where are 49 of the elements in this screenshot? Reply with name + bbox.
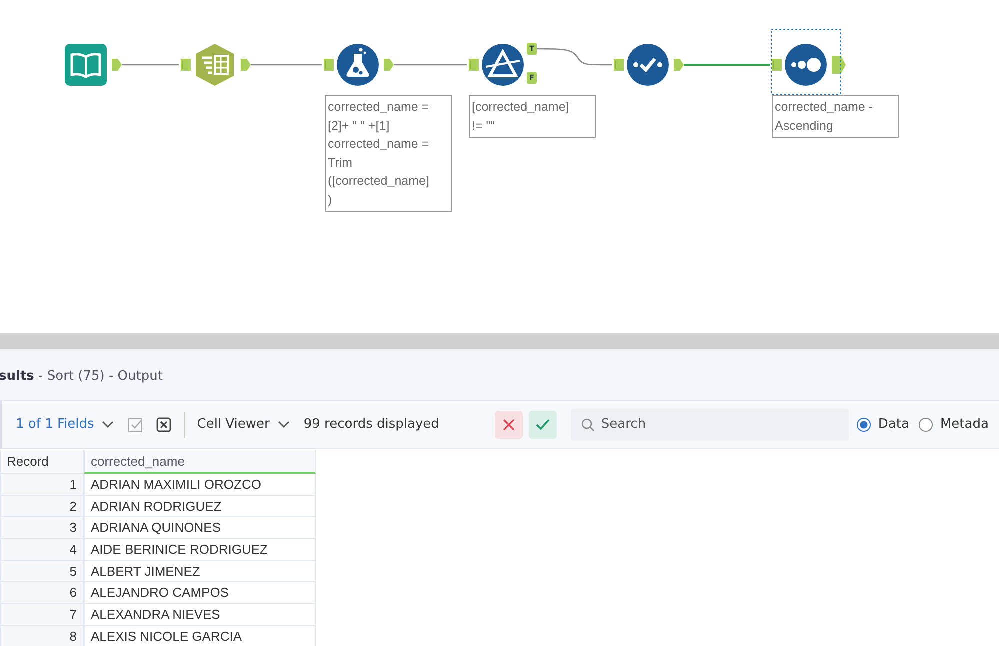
- view-radio[interactable]: Data: [857, 417, 910, 432]
- output-port-icon[interactable]: [832, 56, 846, 74]
- table-cell: ALEXIS NICOLE GARCIA: [84, 626, 316, 646]
- table-cell: ALEXANDRA NIEVES: [84, 604, 316, 626]
- table-cell: AIDE BERINICE RODRIGUEZ: [84, 539, 316, 561]
- tool-annotation: corrected_name = [2]+ " " +[1] corrected_name = Trim ([corrected_name] ): [325, 95, 452, 212]
- input-port-icon[interactable]: [324, 59, 334, 71]
- column-header[interactable]: Record: [0, 450, 84, 474]
- table-cell: ALEJANDRO CAMPOS: [84, 582, 316, 604]
- row-number: 4: [0, 539, 84, 561]
- input-port-icon[interactable]: [181, 59, 191, 71]
- record-count: 99 records displayed: [304, 417, 440, 432]
- row-number: 5: [0, 560, 84, 582]
- column-header[interactable]: corrected_name: [84, 450, 316, 474]
- output-port-icon[interactable]: [674, 59, 684, 71]
- close-button[interactable]: [495, 410, 524, 438]
- close-icon[interactable]: [156, 416, 172, 432]
- splitter-bar[interactable]: [0, 333, 999, 349]
- row-number: 6: [0, 582, 84, 604]
- check-icon: [536, 418, 550, 430]
- output-port-icon[interactable]: [241, 59, 251, 71]
- output-port-icon[interactable]: [112, 59, 122, 71]
- input-port-icon[interactable]: [614, 59, 624, 71]
- chevron-icon: [102, 420, 114, 428]
- output-port-icon[interactable]: [384, 59, 394, 71]
- tool-annotation: corrected_name - Ascending: [772, 95, 899, 138]
- row-number: 7: [0, 604, 84, 626]
- table-cell: ADRIANA QUINONES: [84, 517, 316, 540]
- row-number: 3: [0, 517, 84, 540]
- input-port-icon[interactable]: [772, 59, 782, 71]
- close-icon: [503, 418, 516, 430]
- search-field[interactable]: Search: [571, 408, 850, 440]
- row-number: 2: [0, 496, 84, 518]
- results-title: sults - Sort (75) - Output: [0, 368, 164, 386]
- row-number: 8: [0, 626, 84, 646]
- row-number: 1: [0, 474, 84, 496]
- table-cell: ADRIAN RODRIGUEZ: [84, 496, 316, 518]
- chevron-icon: [278, 420, 290, 428]
- input-port-icon[interactable]: [469, 59, 479, 71]
- connection-line: [251, 64, 322, 66]
- table-cell: ADRIAN MAXIMILI OROZCO: [84, 474, 316, 496]
- cell-viewer-dropdown[interactable]: Cell Viewer: [197, 417, 290, 432]
- table-cell: ALBERT JIMENEZ: [84, 560, 316, 582]
- checkbox-icon[interactable]: [128, 416, 144, 432]
- tool-annotation: [corrected_name] != "": [469, 95, 596, 138]
- fields-dropdown[interactable]: 1 of 1 Fields: [16, 417, 114, 432]
- connection-line: [122, 64, 179, 66]
- check-button[interactable]: [529, 410, 558, 438]
- view-radio[interactable]: Metada: [919, 417, 989, 432]
